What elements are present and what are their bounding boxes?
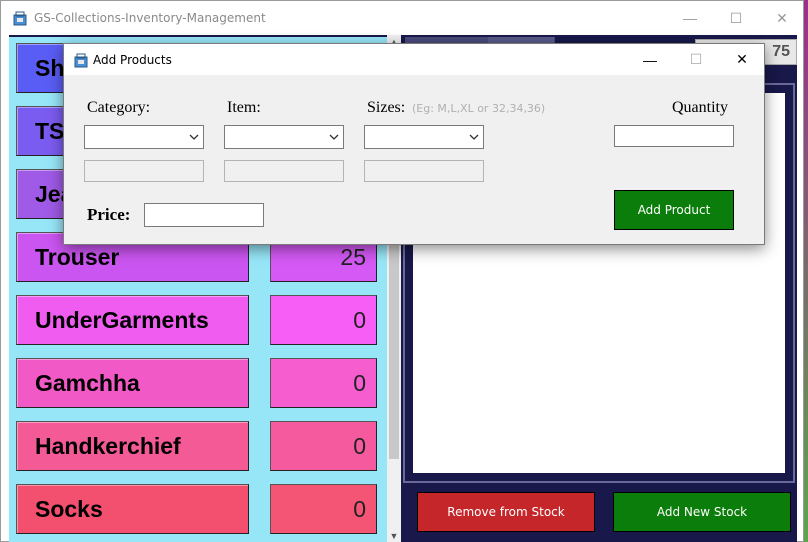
price-label: Price: xyxy=(87,205,131,224)
add-new-stock-button[interactable]: Add New Stock xyxy=(613,492,791,532)
category-count: 0 xyxy=(270,484,377,534)
dialog-titlebar: Add Products — ☐ ✕ xyxy=(64,44,764,75)
category-count: 0 xyxy=(270,421,377,471)
main-titlebar: GS-Collections-Inventory-Management — ☐ … xyxy=(1,1,803,35)
remove-from-stock-button[interactable]: Remove from Stock xyxy=(417,492,595,532)
sizes-entry-disabled xyxy=(364,160,484,182)
quantity-label: Quantity xyxy=(672,99,728,116)
category-count: 0 xyxy=(270,295,377,345)
dialog-maximize-button: ☐ xyxy=(689,51,703,67)
maximize-button[interactable]: ☐ xyxy=(713,1,759,35)
app-icon xyxy=(13,11,27,26)
app-icon xyxy=(74,53,88,68)
category-button[interactable]: UnderGarments xyxy=(16,295,249,345)
item-label: Item: xyxy=(227,99,261,116)
category-label: Category: xyxy=(87,99,151,116)
dialog-title: Add Products xyxy=(93,53,172,67)
add-products-dialog: Add Products — ☐ ✕ Category: Item: Sizes… xyxy=(63,43,765,245)
scroll-down-arrow-icon[interactable]: ▼ xyxy=(387,529,401,542)
chevron-down-icon[interactable] xyxy=(188,130,200,144)
add-product-button[interactable]: Add Product xyxy=(614,190,734,230)
category-entry-disabled xyxy=(84,160,204,182)
price-input[interactable] xyxy=(144,203,264,227)
sizes-hint: (Eg: M,L,XL or 32,34,36) xyxy=(412,102,546,115)
chevron-down-icon[interactable] xyxy=(328,130,340,144)
category-count: 0 xyxy=(270,358,377,408)
item-entry-disabled xyxy=(224,160,344,182)
category-button[interactable]: Handkerchief xyxy=(16,421,249,471)
chevron-down-icon[interactable] xyxy=(468,130,480,144)
category-button[interactable]: Gamchha xyxy=(16,358,249,408)
close-button[interactable]: ✕ xyxy=(759,1,805,35)
dialog-minimize-button[interactable]: — xyxy=(627,44,673,75)
quantity-input[interactable] xyxy=(614,125,734,147)
item-combobox[interactable] xyxy=(224,125,344,149)
sizes-combobox[interactable] xyxy=(364,125,484,149)
sizes-label: Sizes: xyxy=(367,99,406,116)
main-window-title: GS-Collections-Inventory-Management xyxy=(34,11,266,25)
minimize-button[interactable]: — xyxy=(667,1,713,35)
category-combobox[interactable] xyxy=(84,125,204,149)
dialog-close-button[interactable]: ✕ xyxy=(719,44,765,75)
category-button[interactable]: Socks xyxy=(16,484,249,534)
